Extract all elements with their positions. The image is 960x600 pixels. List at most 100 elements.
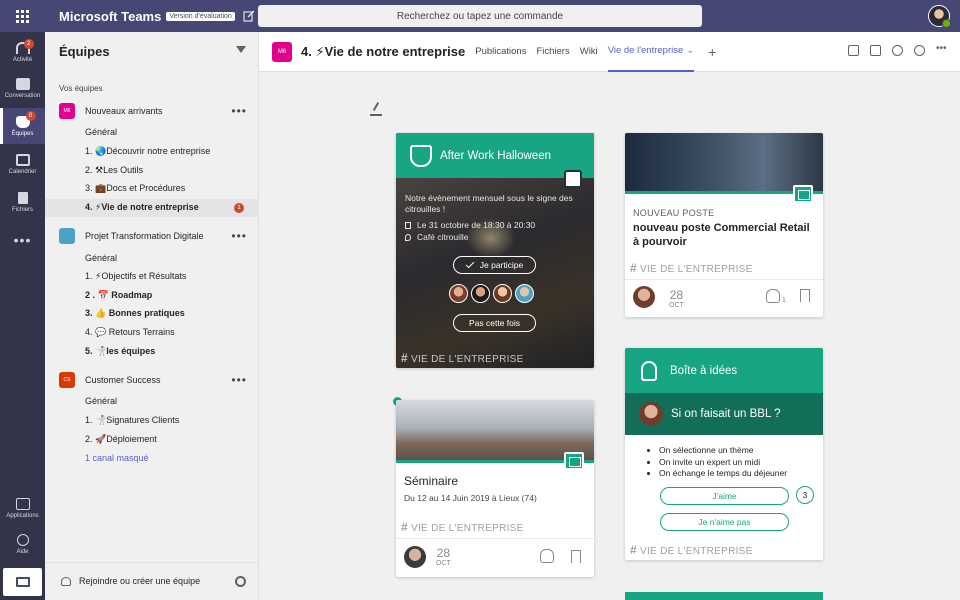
poll-title: Boîte à idées <box>670 364 738 377</box>
help-icon <box>16 533 29 546</box>
like-button[interactable]: J'aime <box>660 487 789 505</box>
clap-icon[interactable] <box>766 289 780 303</box>
download-app-button[interactable] <box>3 568 42 596</box>
team-tile <box>59 228 75 244</box>
channel-item[interactable]: 2. 🚀Déploiement <box>85 434 157 445</box>
header-actions: ••• <box>848 44 948 56</box>
card-tag-label: VIE DE L'ENTREPRISE <box>639 264 753 275</box>
news-card-job[interactable]: NOUVEAU POSTE nouveau poste Commercial R… <box>625 133 823 317</box>
channel-item[interactable]: 3. 👍 Bonnes pratiques <box>85 308 185 319</box>
channel-item[interactable]: 1. 🌏Découvrir notre entreprise <box>85 146 210 157</box>
conversation-icon[interactable] <box>848 45 859 56</box>
rail-apps[interactable]: Applications <box>0 490 45 526</box>
card-tag-label: VIE DE L'ENTREPRISE <box>410 523 524 534</box>
channel-item[interactable]: 4. 💬 Retours Terrains <box>85 327 175 338</box>
list-item: On sélectionne un thème <box>659 445 787 457</box>
bell-icon: 2 <box>15 38 34 54</box>
more-icon[interactable]: ••• <box>936 44 948 56</box>
tab-vie-entreprise-label: Vie de l'entreprise <box>607 45 684 56</box>
join-event-button[interactable]: Je participe <box>453 256 536 274</box>
monitor-download-icon <box>15 577 30 587</box>
teams-badge: 0 <box>25 110 36 121</box>
rail-chat[interactable]: Conversation <box>0 70 45 106</box>
file-icon <box>17 191 28 204</box>
channel-item[interactable]: 5. 🤺les équipes <box>85 346 155 357</box>
team-nouveaux-arrivants[interactable]: M6 Nouveaux arrivants ••• <box>45 101 259 121</box>
participants-avatars <box>449 284 534 303</box>
decline-event-button[interactable]: Pas cette fois <box>453 314 536 332</box>
channel-item[interactable]: 1. ⚡Objectifs et Résultats <box>85 271 186 282</box>
event-card-halloween[interactable]: After Work Halloween Notre évènement men… <box>396 133 594 368</box>
tab-fichiers[interactable]: Fichiers <box>536 32 569 72</box>
channel-item[interactable]: 2 . 📅 Roadmap <box>85 290 152 301</box>
rail-teams-label: Équipes <box>11 130 34 137</box>
filter-icon[interactable] <box>236 46 246 56</box>
rail-help-label: Aide <box>16 548 29 555</box>
lightbulb-icon <box>641 360 657 381</box>
poll-card-ideas[interactable]: Boîte à idées Si on faisait un BBL ? On … <box>625 348 823 560</box>
avatar <box>493 284 512 303</box>
rail-teams[interactable]: 0 Équipes <box>0 108 45 144</box>
channel-item-active[interactable]: 4. ⚡Vie de notre entreprise <box>85 202 199 213</box>
clap-icon[interactable] <box>540 549 554 563</box>
team-more-button[interactable]: ••• <box>231 104 247 118</box>
channel-item[interactable]: Général <box>85 253 117 263</box>
channel-item[interactable]: Général <box>85 396 117 406</box>
user-avatar[interactable] <box>928 5 951 28</box>
event-place: Café citrouille <box>417 232 469 242</box>
post-date: 28 OCT <box>436 546 451 567</box>
join-team-button[interactable]: Rejoindre ou créer une équipe <box>61 576 200 586</box>
tab-content <box>259 72 960 600</box>
add-tab-button[interactable]: + <box>708 44 716 60</box>
team-tile: M6 <box>59 103 75 119</box>
teams-panel: Équipes Vos équipes M6 Nouveaux arrivant… <box>45 32 259 600</box>
list-item: On échange le temps du déjeuner <box>659 468 787 480</box>
tab-publications[interactable]: Publications <box>475 32 526 72</box>
event-date: Le 31 octobre de 18:30 à 20:30 <box>417 220 536 230</box>
gear-icon[interactable] <box>235 576 246 587</box>
bookmark-icon[interactable] <box>800 289 810 302</box>
globe-icon[interactable] <box>914 45 925 56</box>
team-more-button[interactable]: ••• <box>231 229 247 243</box>
rail-more-button[interactable]: ••• <box>0 232 45 248</box>
rail-activity[interactable]: 2 Activité <box>0 34 45 70</box>
card-tag: # VIE DE L'ENTREPRISE <box>401 520 524 534</box>
brush-icon[interactable] <box>370 102 382 116</box>
rail-files[interactable]: Fichiers <box>0 184 45 220</box>
author-avatar <box>633 286 655 308</box>
news-card-seminar[interactable]: Séminaire Du 12 au 14 Juin 2019 à Lieux … <box>396 400 594 577</box>
search-input[interactable]: Recherchez ou tapez une commande <box>258 5 702 27</box>
channel-item[interactable]: Général <box>85 127 117 137</box>
team-more-button[interactable]: ••• <box>231 373 247 387</box>
team-customer-success[interactable]: CS Customer Success ••• <box>45 370 259 390</box>
channel-item[interactable]: 1. 🤺Signatures Clients <box>85 415 179 426</box>
app-launcher-button[interactable] <box>0 9 45 23</box>
team-tile: CS <box>59 372 75 388</box>
tab-wiki[interactable]: Wiki <box>580 32 598 72</box>
rail-chat-label: Conversation <box>4 92 41 99</box>
hidden-channels-link[interactable]: 1 canal masqué <box>85 453 149 463</box>
tab-vie-entreprise[interactable]: Vie de l'entreprise ⌄ <box>607 32 695 72</box>
bookmark-icon[interactable] <box>571 550 581 563</box>
event-title: After Work Halloween <box>440 149 551 162</box>
event-description: Notre évènement mensuel sous le signe de… <box>405 193 573 214</box>
expand-icon[interactable] <box>870 45 881 56</box>
refresh-icon[interactable] <box>892 45 903 56</box>
post-month: OCT <box>436 560 451 567</box>
news-icon <box>564 452 584 470</box>
rail-calendar[interactable]: Calendrier <box>0 146 45 182</box>
card-tag: # VIE DE L'ENTREPRISE <box>401 351 524 365</box>
check-icon <box>465 259 475 268</box>
rail-help[interactable]: Aide <box>0 526 45 562</box>
add-to-calendar-icon[interactable] <box>564 170 582 188</box>
compose-icon[interactable] <box>243 10 255 22</box>
channel-item[interactable]: 3. 💼Docs et Procédures <box>85 183 185 194</box>
team-projet-transformation[interactable]: Projet Transformation Digitale ••• <box>45 226 259 246</box>
channel-item[interactable]: 2. ⚒Les Outils <box>85 165 143 176</box>
rail-files-label: Fichiers <box>11 206 33 213</box>
dislike-button[interactable]: Je n'aime pas <box>660 513 789 531</box>
author-avatar <box>639 402 663 426</box>
card-tag-label: VIE DE L'ENTREPRISE <box>410 354 524 365</box>
event-place-row: Café citrouille <box>405 232 469 242</box>
waffle-icon <box>16 9 29 23</box>
